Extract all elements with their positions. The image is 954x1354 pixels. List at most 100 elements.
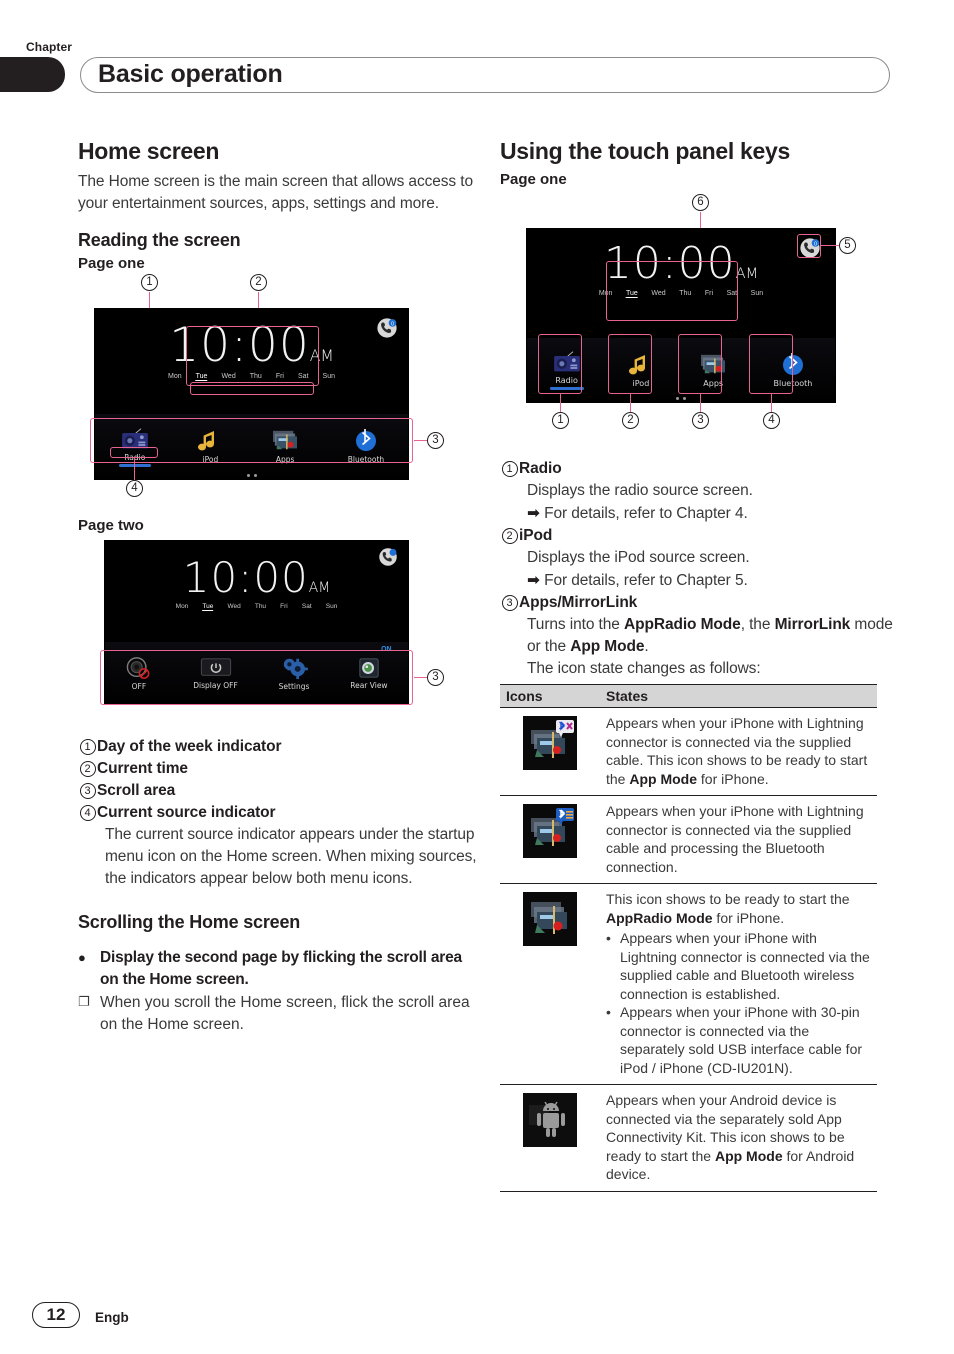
definition-term-4: Current source indicator xyxy=(97,804,276,821)
r-definition-term-1: Radio xyxy=(519,460,562,477)
sub-bullet-icon: • xyxy=(606,930,611,946)
table-cell-state: Appears when your iPhone with Lightning … xyxy=(600,707,877,796)
dock-item-settings[interactable]: Settings xyxy=(278,656,310,691)
state-text-4b: App Mode xyxy=(714,1147,783,1164)
callout-3r-leader xyxy=(700,394,702,412)
table-cell-icon xyxy=(500,1084,600,1192)
apps-desc-line3: The icon state changes as follows: xyxy=(527,660,761,677)
day-wed: Wed xyxy=(221,372,236,380)
heading-reading-the-screen: Reading the screen xyxy=(78,230,241,250)
day-of-week-indicator-2: Mon Tue Wed Thu Fri Sat Sun xyxy=(169,603,345,612)
key-ipod[interactable]: iPod xyxy=(628,353,653,388)
day-thu: Thu xyxy=(249,372,262,380)
r-definition-term-2: iPod xyxy=(519,527,553,544)
gear-icon xyxy=(283,658,308,679)
apps-desc-2a: MirrorLink xyxy=(774,616,851,633)
reference-arrow-icon: ➡︎ xyxy=(527,504,540,522)
r-definition-num-1: 1 xyxy=(500,460,519,477)
callout-3-right: 3 xyxy=(692,412,709,429)
sub-bullet-icon-2: • xyxy=(606,1004,611,1020)
clock-widget-right: 10:00AM Mon Tue Wed Thu Fri Sat Sun xyxy=(592,242,771,299)
clock-ampm: AM xyxy=(309,346,334,365)
clock-widget: 10:00AM Mon Tue Wed Thu Fri Sat Sun xyxy=(161,322,343,381)
dock-item-bluetooth[interactable]: Bluetooth xyxy=(348,429,384,464)
dock-label-display-off: Display OFF xyxy=(193,680,238,690)
bluetooth-icon xyxy=(355,429,376,452)
heading-scrolling-home-screen: Scrolling the Home screen xyxy=(78,912,301,932)
table-cell-state: This icon shows to be ready to start the… xyxy=(600,883,877,1085)
r-definition-num-2: 2 xyxy=(500,527,519,544)
table-cell-state: Appears when your Android device is conn… xyxy=(600,1084,877,1192)
dock-item-off[interactable]: OFF xyxy=(125,656,152,691)
table-col-states: States xyxy=(600,684,877,708)
right-column: Using the touch panel keys Page one 6 10… xyxy=(500,138,900,1192)
apps-desc-2c: App Mode xyxy=(570,638,645,655)
table-row: Appears when your iPhone with Lightning … xyxy=(500,795,877,884)
table-row: This icon shows to be ready to start the… xyxy=(500,883,877,1085)
day2-thu: Thu xyxy=(254,603,267,611)
day2-mon: Mon xyxy=(175,603,189,611)
day3-tue: Tue xyxy=(626,290,638,299)
right-definition-list: 1 Radio Displays the radio source screen… xyxy=(500,458,900,680)
day-sat: Sat xyxy=(298,372,309,380)
day3-fri: Fri xyxy=(704,290,714,298)
key-bluetooth[interactable]: Bluetooth xyxy=(773,352,813,388)
state-bullet-text-2: Appears when your iPhone with 30-pin con… xyxy=(620,1004,863,1076)
day3-mon: Mon xyxy=(598,290,613,298)
state-text-1b: App Mode xyxy=(629,770,698,787)
day3-sat: Sat xyxy=(726,290,738,298)
chapter-label: Chapter xyxy=(26,40,73,54)
page-number: 12 xyxy=(32,1302,80,1328)
dock-label-off: OFF xyxy=(131,681,147,691)
callout-4: 4 xyxy=(126,480,143,497)
day-of-week-indicator-3: Mon Tue Wed Thu Fri Sat Sun xyxy=(592,290,771,299)
day-sun: Sun xyxy=(322,372,336,380)
key-label-bluetooth: Bluetooth xyxy=(773,378,813,388)
icon-states-table: Icons States Appears when your iPhone wi… xyxy=(500,684,877,1192)
callout-2r-leader xyxy=(630,394,632,412)
device-screen-touch-panel: 10:00AM Mon Tue Wed Thu Fri Sat Sun 0 Ra… xyxy=(526,228,836,403)
day-mon: Mon xyxy=(167,372,182,380)
table-cell-state: Appears when your iPhone with Lightning … xyxy=(600,795,877,884)
dock-item-ipod[interactable]: iPod xyxy=(198,429,222,464)
clock-time: 10:00 xyxy=(169,317,310,373)
figure-page-one: 1 2 10:00AM Mon Tue Wed Thu Fri Sat Sun … xyxy=(78,274,478,503)
state-bullet-text-1: Appears when your iPhone with Lightning … xyxy=(620,930,870,1002)
r-definition-desc-1: Displays the radio source screen. xyxy=(527,482,753,499)
dock-label-settings: Settings xyxy=(278,681,310,691)
state-bullet-item: • Appears when your iPhone with Lightnin… xyxy=(606,929,871,1003)
bullet-dot-icon: ● xyxy=(78,950,86,965)
dock-item-display-off[interactable]: Display OFF xyxy=(193,657,238,690)
day-fri: Fri xyxy=(275,372,284,380)
definition-term-3: Scroll area xyxy=(97,782,176,799)
dock-touch-panel: Radio iPod Apps Bluetooth xyxy=(527,338,835,402)
language-code: Engb xyxy=(95,1310,129,1325)
music-note-icon-right xyxy=(628,354,645,374)
state-bullet-item: • Appears when your iPhone with 30-pin c… xyxy=(606,1003,871,1077)
dock-label-bluetooth: Bluetooth xyxy=(347,455,385,465)
r-definition-ref-1: ➡︎ For details, refer to Chapter 4. xyxy=(500,502,900,525)
dock-item-rear-view[interactable]: ON Rear View xyxy=(350,646,391,690)
figure-page-two: 10:00AM Mon Tue Wed Thu Fri Sat Sun OFF … xyxy=(78,540,478,726)
device-screen-page-one: 10:00AM Mon Tue Wed Thu Fri Sat Sun 0 iP… xyxy=(94,308,409,480)
definition-desc-4: The current source indicator appears und… xyxy=(105,826,477,887)
r-definition-item-1: 1 Radio xyxy=(500,458,900,480)
radio-icon xyxy=(121,428,148,449)
callout-4r-leader xyxy=(771,394,773,412)
table-row: Appears when your Android device is conn… xyxy=(500,1084,877,1192)
definition-item-3: 3 Scroll area xyxy=(78,780,478,802)
key-apps[interactable]: Apps xyxy=(698,353,728,388)
callout-6: 6 xyxy=(692,194,709,211)
key-radio[interactable]: Radio xyxy=(549,350,584,390)
phone-status-icon-3: 0 xyxy=(800,238,820,258)
device-screen-page-two: 10:00AM Mon Tue Wed Thu Fri Sat Sun OFF … xyxy=(104,540,409,705)
r-definition-desc-2: Displays the iPod source screen. xyxy=(527,549,750,566)
apps-desc-1a: Turns into the xyxy=(527,616,625,633)
left-definition-list: 1 Day of the week indicator 2 Current ti… xyxy=(78,736,478,890)
key-label-radio: Radio xyxy=(555,376,578,385)
callout-3-page-two: 3 xyxy=(427,669,444,686)
dock-item-apps[interactable]: Apps xyxy=(270,429,300,464)
definition-item-2: 2 Current time xyxy=(78,758,478,780)
page-indicator-dots xyxy=(246,474,257,477)
day-tue: Tue xyxy=(195,372,208,381)
